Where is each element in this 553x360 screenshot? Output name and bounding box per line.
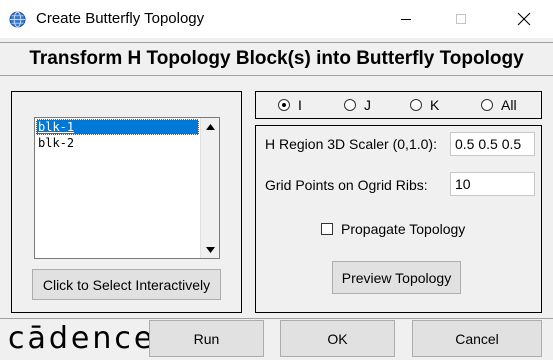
radio-label: J [364, 97, 371, 113]
scaler-label: H Region 3D Scaler (0,1.0): [265, 136, 437, 152]
scroll-down-button[interactable] [201, 241, 220, 258]
window-title: Create Butterfly Topology [36, 10, 205, 27]
propagate-topology-checkbox[interactable]: Propagate Topology [321, 221, 465, 237]
radio-dot [481, 99, 493, 111]
run-button[interactable]: Run [149, 320, 264, 357]
close-button[interactable] [501, 0, 547, 38]
radio-j[interactable]: J [344, 97, 371, 113]
minimize-icon [401, 19, 411, 20]
block-list-panel: blk-1 blk-2 Click to Select Interactivel… [11, 91, 242, 313]
scaler-input[interactable]: 0.5 0.5 0.5 [450, 132, 535, 156]
maximize-icon [456, 14, 466, 24]
preview-topology-button[interactable]: Preview Topology [332, 261, 461, 294]
parameters-panel: H Region 3D Scaler (0,1.0): 0.5 0.5 0.5 … [255, 125, 542, 313]
logo-text: cādence [8, 321, 156, 356]
radio-i[interactable]: I [278, 97, 302, 113]
ribs-label: Grid Points on Ogrid Ribs: [265, 177, 428, 193]
radio-dot [410, 99, 422, 111]
radio-dot [344, 99, 356, 111]
block-list-items: blk-1 blk-2 [36, 119, 199, 257]
close-icon [517, 12, 531, 26]
radio-label: K [430, 97, 440, 113]
list-item[interactable]: blk-1 [36, 119, 199, 135]
cancel-button[interactable]: Cancel [412, 320, 542, 357]
ok-button[interactable]: OK [280, 320, 395, 357]
checkbox-label: Propagate Topology [341, 221, 466, 237]
arrow-down-icon [206, 246, 215, 253]
checkbox-box [321, 223, 333, 235]
radio-all[interactable]: All [481, 97, 517, 113]
arrow-up-icon [206, 123, 215, 130]
list-item[interactable]: blk-2 [36, 135, 199, 151]
block-listbox[interactable]: blk-1 blk-2 [34, 117, 220, 259]
radio-dot [278, 99, 290, 111]
select-interactively-button[interactable]: Click to Select Interactively [32, 269, 221, 300]
footer-divider [0, 318, 553, 319]
cadence-logo: cādence [8, 321, 152, 357]
minimize-button[interactable] [383, 0, 429, 38]
radio-label: I [298, 97, 302, 113]
dialog-heading: Transform H Topology Block(s) into Butte… [0, 42, 553, 76]
radio-label: All [501, 97, 517, 113]
scroll-up-button[interactable] [201, 118, 220, 135]
vertical-scrollbar[interactable] [200, 118, 219, 258]
direction-radio-group: I J K All [255, 91, 542, 119]
maximize-button[interactable] [438, 0, 484, 38]
ribs-input[interactable]: 10 [450, 172, 535, 196]
globe-icon [9, 11, 26, 28]
title-bar: Create Butterfly Topology [0, 0, 553, 38]
radio-k[interactable]: K [410, 97, 439, 113]
